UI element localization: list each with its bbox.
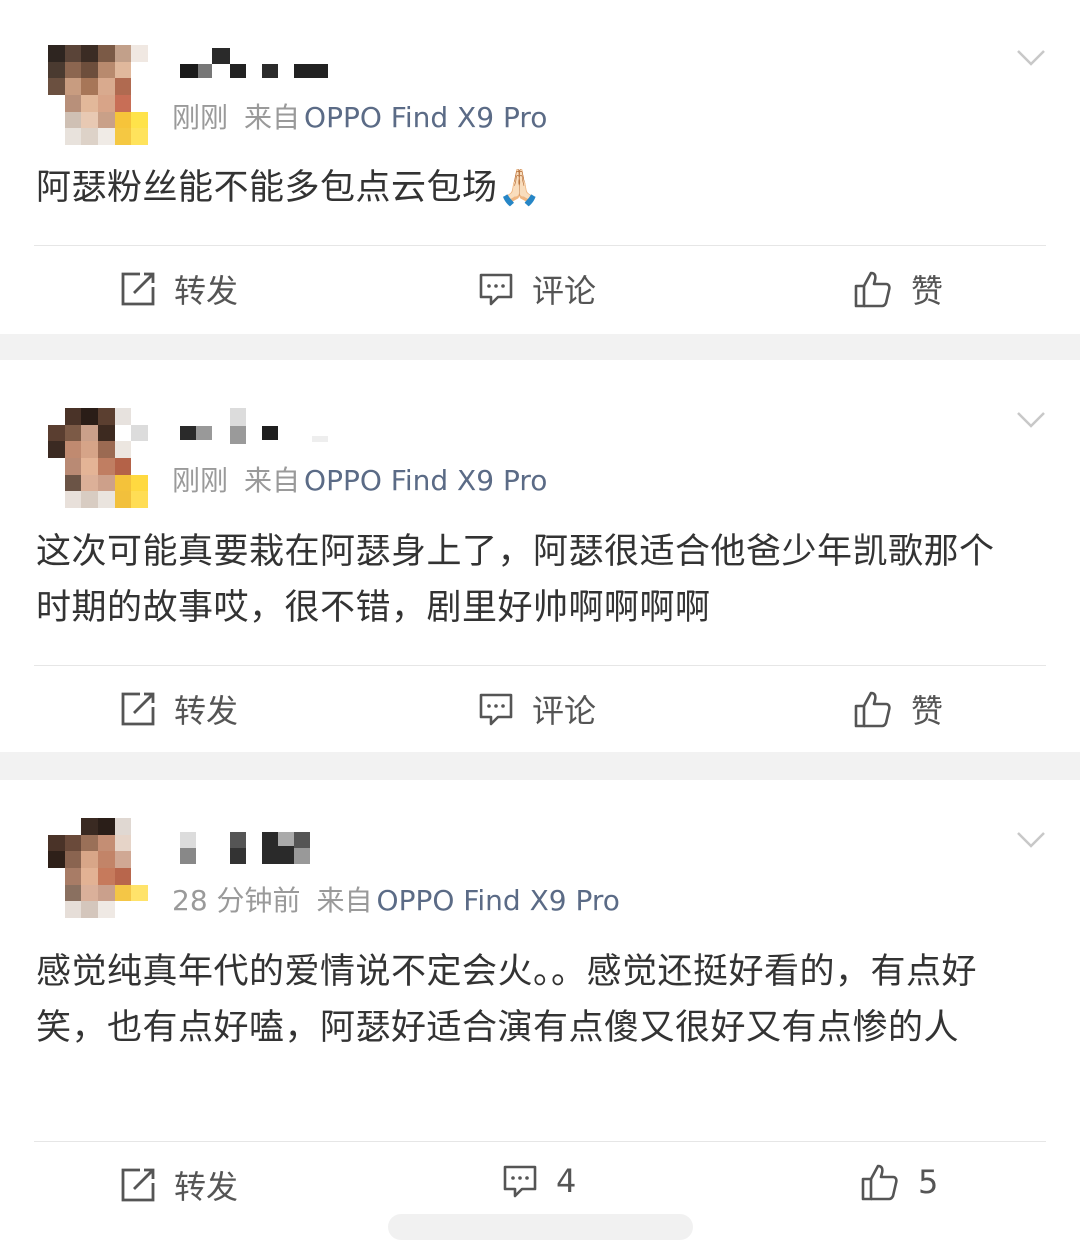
device-name[interactable]: OPPO Find X9 Pro — [377, 884, 620, 917]
thumbs-up-icon — [854, 271, 891, 308]
comment-icon — [479, 693, 513, 726]
repost-icon — [121, 1168, 155, 1202]
repost-button[interactable]: 转发 — [120, 266, 238, 312]
like-button[interactable]: 赞 — [853, 266, 943, 312]
thumbs-up-icon — [854, 691, 891, 728]
post-content[interactable]: 阿瑟粉丝能不能多包点云包场🙏🏻 — [36, 160, 1046, 216]
like-count: 5 — [918, 1163, 939, 1201]
comment-label: 评论 — [532, 272, 597, 310]
like-label: 赞 — [911, 272, 944, 310]
post-meta: 刚刚 来自 OPPO Find X9 Pro — [172, 96, 547, 136]
repost-button[interactable]: 转发 — [120, 686, 238, 732]
repost-label: 转发 — [174, 1168, 239, 1206]
post-content[interactable]: 感觉纯真年代的爱情说不定会火。。感觉还挺好看的，有点好笑，也有点好嗑，阿瑟好适合… — [36, 944, 1046, 1056]
device-name[interactable]: OPPO Find X9 Pro — [304, 101, 547, 134]
comment-label: 评论 — [532, 692, 597, 730]
repost-icon — [121, 692, 155, 726]
source-prefix: 来自 — [244, 464, 301, 497]
chevron-down-icon[interactable] — [1016, 410, 1046, 430]
comment-button[interactable]: 4 — [502, 1162, 576, 1200]
like-button[interactable]: 赞 — [853, 686, 943, 732]
weibo-post: 刚刚 来自 OPPO Find X9 Pro 阿瑟粉丝能不能多包点云包场🙏🏻 转发 … — [0, 0, 1080, 334]
comment-button[interactable]: 评论 — [478, 266, 596, 312]
comment-count: 4 — [556, 1162, 577, 1200]
chevron-down-icon[interactable] — [1016, 48, 1046, 68]
repost-icon — [121, 272, 155, 306]
username-blurred[interactable] — [180, 408, 330, 444]
post-meta: 刚刚 来自 OPPO Find X9 Pro — [172, 459, 547, 499]
thumbs-up-icon — [861, 1164, 898, 1201]
comment-icon — [479, 273, 513, 306]
post-content[interactable]: 这次可能真要栽在阿瑟身上了，阿瑟很适合他爸少年凯歌那个时期的故事哎，很不错，剧里… — [36, 524, 1026, 636]
horizontal-scrollbar[interactable] — [388, 1214, 693, 1240]
post-time: 刚刚 — [172, 464, 229, 497]
repost-label: 转发 — [174, 272, 239, 310]
avatar[interactable] — [48, 408, 148, 508]
avatar[interactable] — [48, 818, 148, 918]
repost-button[interactable]: 转发 — [120, 1162, 238, 1208]
divider — [34, 1141, 1046, 1142]
comment-button[interactable]: 评论 — [478, 686, 596, 732]
repost-label: 转发 — [174, 692, 239, 730]
chevron-down-icon[interactable] — [1016, 830, 1046, 850]
like-button[interactable]: 5 — [860, 1162, 938, 1202]
username-blurred[interactable] — [180, 832, 330, 864]
post-meta: 28 分钟前 来自 OPPO Find X9 Pro — [172, 879, 620, 919]
post-time: 刚刚 — [172, 101, 229, 134]
divider — [34, 245, 1046, 246]
source-prefix: 来自 — [244, 101, 301, 134]
username-blurred[interactable] — [180, 48, 330, 78]
source-prefix: 来自 — [316, 884, 373, 917]
comment-icon — [503, 1165, 537, 1198]
like-label: 赞 — [911, 692, 944, 730]
device-name[interactable]: OPPO Find X9 Pro — [304, 464, 547, 497]
post-time: 28 分钟前 — [172, 884, 301, 917]
avatar[interactable] — [48, 45, 148, 145]
weibo-post: 28 分钟前 来自 OPPO Find X9 Pro 感觉纯真年代的爱情说不定会火。… — [0, 780, 1080, 1252]
weibo-post: 刚刚 来自 OPPO Find X9 Pro 这次可能真要栽在阿瑟身上了，阿瑟很适合… — [0, 360, 1080, 752]
divider — [34, 665, 1046, 666]
